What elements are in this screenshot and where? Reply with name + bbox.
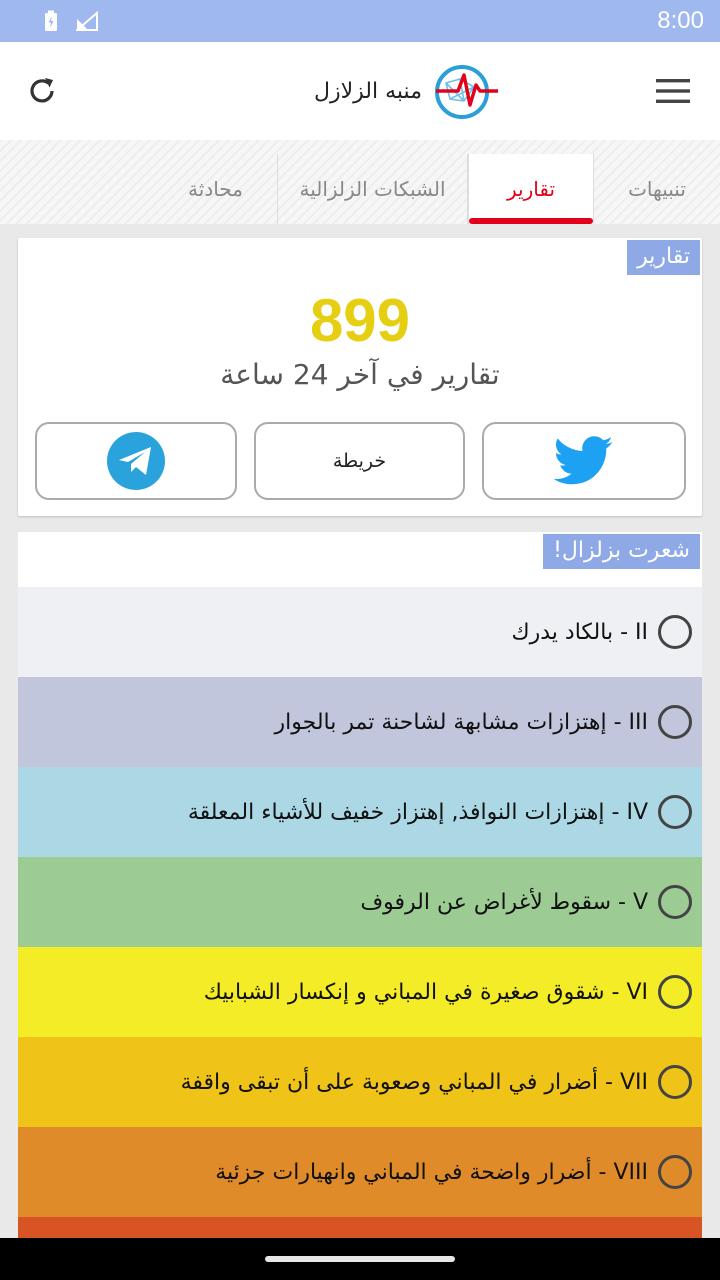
battery-icon — [45, 10, 57, 31]
radio-button[interactable] — [658, 885, 692, 919]
tab-alerts[interactable]: تنبيهات — [594, 154, 720, 224]
intensity-row-viii[interactable]: VIII - أضرار واضحة في المباني وانهيارات … — [18, 1127, 702, 1217]
reports-section-label: تقارير — [627, 240, 700, 275]
intensity-row-iv[interactable]: IV - إهتزازات النوافذ, إهتزاز خفيف للأشي… — [18, 767, 702, 857]
signal-icon — [76, 11, 98, 31]
radio-button[interactable] — [658, 615, 692, 649]
felt-earthquake-card: شعرت بزلزال! II - بالكاد يدرك III - إهتز… — [18, 532, 702, 1252]
app-title: منبه الزلازل — [314, 78, 422, 104]
tab-chat[interactable]: محادثة — [154, 154, 278, 224]
tab-reports[interactable]: تقارير — [468, 154, 594, 224]
reports-caption: تقارير في آخر 24 ساعة — [220, 358, 500, 391]
telegram-button[interactable] — [35, 422, 237, 500]
twitter-icon — [554, 436, 613, 485]
felt-header: شعرت بزلزال! — [18, 532, 702, 587]
intensity-label: V - سقوط لأغراض عن الرفوف — [360, 889, 648, 915]
refresh-icon[interactable] — [26, 75, 58, 107]
tab-seismic-networks[interactable]: الشبكات الزلزالية — [278, 154, 468, 224]
intensity-label: II - بالكاد يدرك — [511, 619, 648, 645]
status-icons — [44, 10, 98, 32]
home-indicator[interactable] — [265, 1256, 455, 1262]
system-nav-bar — [0, 1238, 720, 1280]
radio-button[interactable] — [658, 705, 692, 739]
felt-section-label: شعرت بزلزال! — [543, 534, 700, 569]
intensity-row-v[interactable]: V - سقوط لأغراض عن الرفوف — [18, 857, 702, 947]
status-bar: 8:00 — [0, 0, 720, 42]
radio-button[interactable] — [658, 1155, 692, 1189]
radio-button[interactable] — [658, 1065, 692, 1099]
reports-card: تقارير 899 تقارير في آخر 24 ساعة خريطة — [18, 238, 702, 516]
telegram-icon — [107, 432, 165, 490]
hamburger-menu-icon[interactable] — [656, 78, 690, 104]
intensity-row-vii[interactable]: VII - أضرار في المباني وصعوبة على أن تبق… — [18, 1037, 702, 1127]
status-time: 8:00 — [657, 7, 704, 34]
app-bar: منبه الزلازل — [0, 42, 720, 140]
intensity-label: VIII - أضرار واضحة في المباني وانهيارات … — [215, 1159, 648, 1185]
tab-bar: تنبيهات تقارير الشبكات الزلزالية محادثة — [0, 140, 720, 224]
intensity-label: IV - إهتزازات النوافذ, إهتزاز خفيف للأشي… — [187, 799, 648, 825]
intensity-label: III - إهتزازات مشابهة لشاحنة تمر بالجوار — [274, 709, 648, 735]
intensity-row-iii[interactable]: III - إهتزازات مشابهة لشاحنة تمر بالجوار — [18, 677, 702, 767]
twitter-button[interactable] — [482, 422, 686, 500]
radio-button[interactable] — [658, 975, 692, 1009]
radio-button[interactable] — [658, 795, 692, 829]
reports-count: 899 — [309, 287, 411, 354]
app-brand: منبه الزلازل — [314, 61, 500, 121]
intensity-label: VI - شقوق صغيرة في المباني و إنكسار الشب… — [203, 979, 648, 1005]
intensity-row-ii[interactable]: II - بالكاد يدرك — [18, 587, 702, 677]
intensity-label: VII - أضرار في المباني وصعوبة على أن تبق… — [180, 1069, 648, 1095]
intensity-row-vi[interactable]: VI - شقوق صغيرة في المباني و إنكسار الشب… — [18, 947, 702, 1037]
earthquake-logo-icon — [434, 65, 498, 119]
map-button[interactable]: خريطة — [254, 422, 465, 500]
